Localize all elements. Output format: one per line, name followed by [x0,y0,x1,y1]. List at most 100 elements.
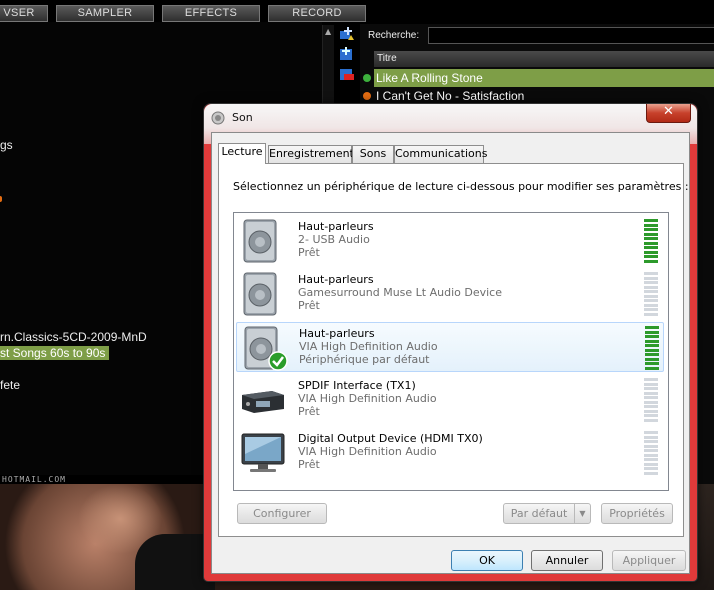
dj-tab-sampler[interactable]: SAMPLER [56,5,154,22]
search-label: Recherche: [368,30,420,41]
device-status: Prêt [298,458,320,471]
device-description: Gamesurround Muse Lt Audio Device [298,286,502,299]
meter-segment [645,348,659,352]
track-status-dot [363,92,371,100]
meter-segment [644,418,658,422]
status-dot [0,196,2,202]
set-default-label: Par défaut [510,507,568,520]
chevron-down-icon[interactable]: ▼ [574,504,590,523]
meter-segment [644,444,658,448]
dj-tab-bar: VSER SAMPLER EFFECTS RECORD [0,5,366,22]
device-row-default[interactable]: Haut-parleurs VIA High Definition Audio … [236,322,664,372]
tab-lecture[interactable]: Lecture [218,143,266,164]
meter-segment [644,237,658,240]
dj-tab-effects[interactable]: EFFECTS [162,5,260,22]
device-name: Digital Output Device (HDMI TX0) [298,432,483,445]
device-name: SPDIF Interface (TX1) [298,379,416,392]
meter-segment [644,449,658,452]
meter-segment [644,387,658,390]
device-name: Haut-parleurs [299,327,375,340]
instruction-text: Sélectionnez un périphérique de lecture … [233,180,689,193]
meter-segment [645,344,659,347]
search-input[interactable] [428,27,714,44]
meter-segment [644,219,658,222]
meter-segment [644,303,658,307]
track-row[interactable]: Like A Rolling Stone [360,69,714,87]
volume-meter [644,430,658,476]
folder-item-selected[interactable]: st Songs 60s to 90s [0,346,110,360]
meter-segment [644,228,658,231]
tab-communications[interactable]: Communications [394,145,487,163]
folder-item[interactable]: fete [0,378,20,392]
meter-segment [644,241,658,245]
ok-button[interactable]: OK [451,550,523,571]
folder-item[interactable]: rn.Classics-5CD-2009-MnD [0,330,147,344]
volume-meter [644,271,658,317]
dj-tab-record[interactable]: RECORD [268,5,366,22]
meter-segment [644,440,658,443]
meter-segment [645,335,659,338]
meter-segment [644,396,658,399]
add-folder-icon[interactable] [339,26,355,42]
device-row[interactable]: Haut-parleurs Gamesurround Muse Lt Audio… [236,269,664,319]
device-row[interactable]: SPDIF Interface (TX1) VIA High Definitio… [236,375,664,425]
meter-segment [644,409,658,413]
device-row[interactable]: Haut-parleurs 2- USB Audio Prêt [236,216,664,266]
dj-tab-browser[interactable]: VSER [0,5,48,22]
device-description: 2- USB Audio [298,233,370,246]
sound-speaker-icon [211,111,225,125]
tab-sons[interactable]: Sons [352,145,394,163]
meter-segment [644,462,658,466]
meter-segment [644,272,658,275]
meter-segment [645,330,659,334]
device-description: VIA High Definition Audio [298,392,437,405]
volume-meter [645,325,659,371]
device-row[interactable]: Digital Output Device (HDMI TX0) VIA Hig… [236,428,664,478]
properties-button[interactable]: Propriétés [601,503,673,524]
close-button[interactable]: ✕ [646,104,691,123]
meter-segment [645,339,659,343]
meter-segment [644,405,658,408]
apply-button[interactable]: Appliquer [612,550,686,571]
meter-segment [644,290,658,293]
meter-segment [644,414,658,417]
meter-segment [645,362,659,365]
meter-segment [644,276,658,280]
scroll-up-icon[interactable]: ▲ [325,27,331,36]
device-status: Prêt [298,299,320,312]
device-status: Prêt [298,246,320,259]
tab-enregistrement[interactable]: Enregistrement [268,145,354,163]
add-item-icon[interactable] [339,46,355,62]
meter-segment [644,400,658,404]
meter-segment [644,453,658,457]
meter-segment [644,281,658,284]
meter-segment [644,223,658,227]
playback-tab-panel: Sélectionnez un périphérique de lecture … [218,163,689,537]
meter-segment [644,471,658,475]
device-name: Haut-parleurs [298,273,374,286]
folder-item[interactable]: gs [0,138,13,152]
device-status: Prêt [298,405,320,418]
speaker-default-icon [244,326,288,371]
meter-segment [644,294,658,298]
meter-segment [644,232,658,236]
column-header-title[interactable]: Titre [374,51,714,67]
track-title: Like A Rolling Stone [374,69,714,87]
dialog-title: Son [232,111,253,124]
meter-segment [644,467,658,470]
speaker-icon [243,219,277,263]
meter-segment [644,312,658,316]
meter-segment [644,382,658,386]
remove-item-icon[interactable] [339,66,355,82]
meter-segment [644,259,658,263]
dialog-client-area: Lecture Enregistrement Sons Communicatio… [211,132,690,574]
meter-segment [645,326,659,329]
cancel-button[interactable]: Annuler [531,550,603,571]
track-status-dot [363,74,371,82]
meter-segment [645,366,659,370]
set-default-button[interactable]: Par défaut ▼ [503,503,591,524]
meter-segment [644,391,658,395]
configure-button[interactable]: Configurer [237,503,327,524]
speaker-icon [243,272,277,316]
meter-segment [644,246,658,249]
